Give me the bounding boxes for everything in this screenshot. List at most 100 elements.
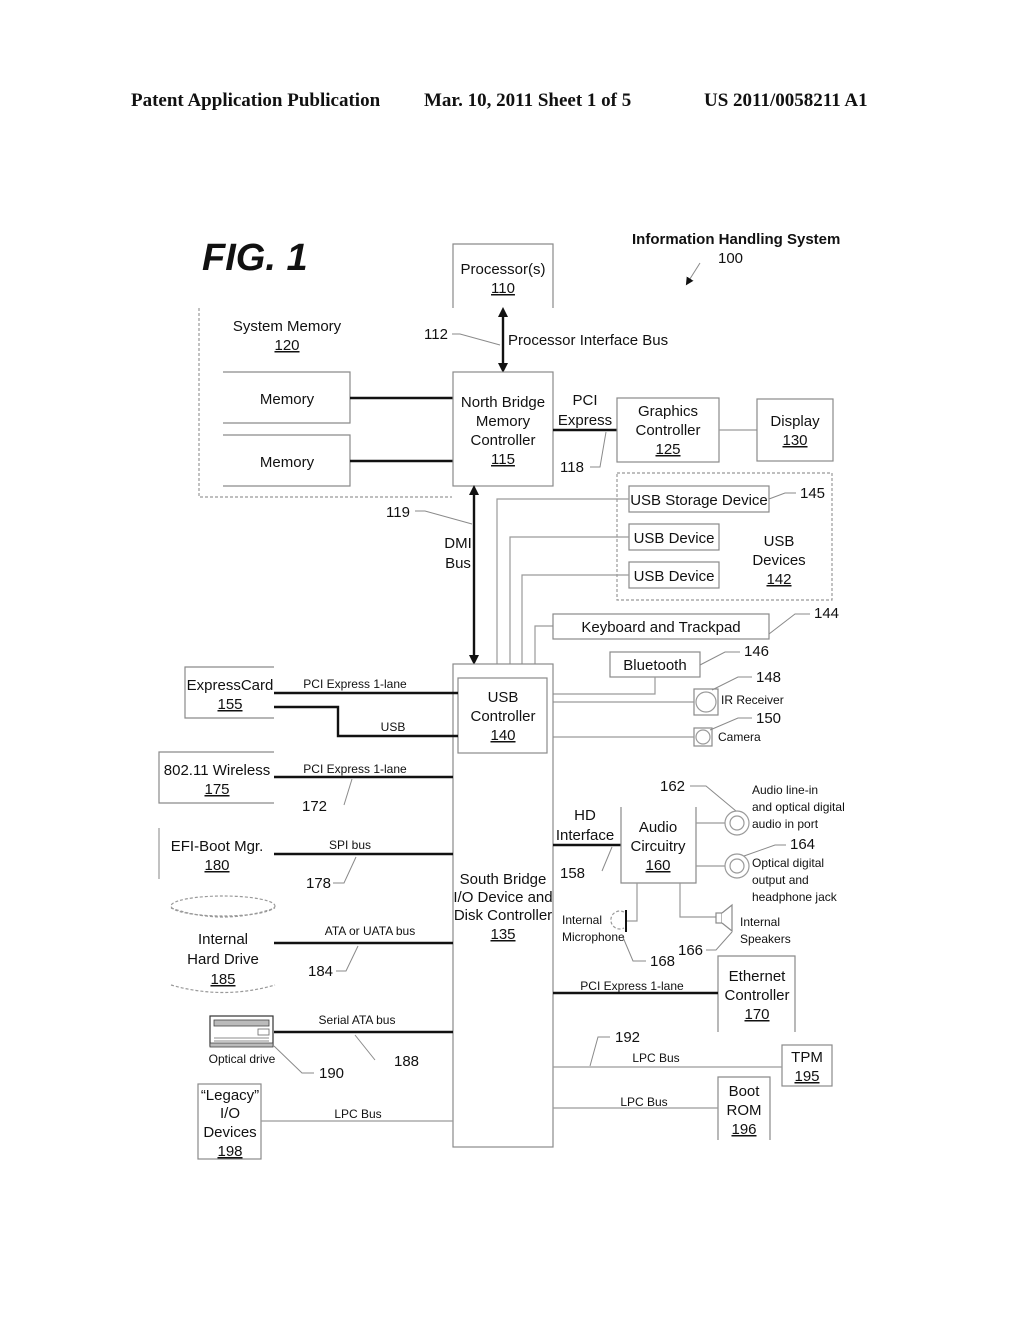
svg-text:I/O: I/O xyxy=(220,1105,240,1122)
speaker-icon xyxy=(715,903,733,933)
svg-text:Controller: Controller xyxy=(724,987,789,1004)
svg-text:115: 115 xyxy=(491,451,515,468)
microphone-icon xyxy=(610,910,627,932)
svg-text:“Legacy”: “Legacy” xyxy=(201,1087,259,1104)
svg-text:Display: Display xyxy=(770,413,820,430)
svg-text:DMI: DMI xyxy=(444,535,472,552)
wireless-block: 802.11 Wireless 175 xyxy=(158,751,274,804)
ref-146: 146 xyxy=(744,643,769,660)
svg-text:Disk Controller: Disk Controller xyxy=(454,907,552,924)
system-memory-label: System Memory xyxy=(233,318,342,335)
svg-text:ROM: ROM xyxy=(727,1102,762,1119)
processor-block: Processor(s) 110 xyxy=(452,243,554,308)
svg-text:Microphone: Microphone xyxy=(562,930,625,944)
memory-block-1: Memory xyxy=(223,371,351,424)
svg-text:155: 155 xyxy=(217,696,242,713)
svg-text:Bus: Bus xyxy=(445,555,471,572)
usb-storage-device-block: USB Storage Device xyxy=(628,485,770,513)
ref-192: 192 xyxy=(615,1029,640,1046)
optical-drive-icon xyxy=(209,1015,274,1048)
svg-text:170: 170 xyxy=(744,1006,769,1023)
audio-circuitry-block: Audio Circuitry 160 xyxy=(620,807,697,884)
efi-boot-manager-block: EFI-Boot Mgr. 180 xyxy=(158,828,263,879)
svg-text:Devices: Devices xyxy=(752,552,805,569)
ref-158: 158 xyxy=(560,865,585,882)
ref-145: 145 xyxy=(800,485,825,502)
svg-text:Serial ATA bus: Serial ATA bus xyxy=(319,1013,396,1027)
system-ref: 100 xyxy=(718,250,743,267)
svg-text:Audio: Audio xyxy=(639,819,677,836)
system-title: Information Handling System xyxy=(632,231,840,248)
memory-block-2: Memory xyxy=(223,434,351,487)
svg-text:125: 125 xyxy=(655,441,680,458)
legacy-io-block: “Legacy” I/O Devices 198 xyxy=(197,1083,262,1160)
ref-112: 112 xyxy=(424,326,448,343)
svg-text:USB: USB xyxy=(764,533,795,550)
audio-in-port-icon xyxy=(724,810,750,836)
svg-text:160: 160 xyxy=(645,857,670,874)
svg-text:Internal: Internal xyxy=(562,913,602,927)
svg-text:196: 196 xyxy=(731,1121,756,1138)
svg-text:USB Device: USB Device xyxy=(634,530,715,547)
svg-text:LPC Bus: LPC Bus xyxy=(620,1095,667,1109)
svg-text:LPC Bus: LPC Bus xyxy=(632,1051,679,1065)
svg-text:Boot: Boot xyxy=(729,1083,761,1100)
svg-text:Interface: Interface xyxy=(556,827,614,844)
svg-text:USB Storage Device: USB Storage Device xyxy=(630,492,768,509)
svg-text:South Bridge: South Bridge xyxy=(460,871,547,888)
ir-receiver-label: IR Receiver xyxy=(721,693,784,707)
svg-text:Internal: Internal xyxy=(740,915,780,929)
svg-text:USB: USB xyxy=(381,720,406,734)
svg-text:and optical digital: and optical digital xyxy=(752,800,845,814)
ref-178: 178 xyxy=(306,875,331,892)
system-arrow xyxy=(685,262,701,286)
svg-text:Optical digital: Optical digital xyxy=(752,856,824,870)
svg-text:Controller: Controller xyxy=(470,432,535,449)
ref-166: 166 xyxy=(678,942,703,959)
system-memory-ref: 120 xyxy=(274,337,299,354)
ref-118: 118 xyxy=(560,459,584,476)
svg-text:PCI Express 1-lane: PCI Express 1-lane xyxy=(580,979,684,993)
usb-controller-block: USB Controller 140 xyxy=(457,677,548,754)
svg-text:Hard Drive: Hard Drive xyxy=(187,951,259,968)
svg-text:ATA or UATA bus: ATA or UATA bus xyxy=(325,924,415,938)
svg-text:HD: HD xyxy=(574,807,596,824)
svg-text:USB: USB xyxy=(488,689,519,706)
svg-text:802.11 Wireless: 802.11 Wireless xyxy=(164,762,270,779)
svg-text:Memory: Memory xyxy=(476,413,531,430)
svg-text:PCI Express 1-lane: PCI Express 1-lane xyxy=(303,762,407,776)
svg-text:175: 175 xyxy=(204,781,229,798)
figure-title: FIG. 1 xyxy=(202,237,308,279)
svg-text:140: 140 xyxy=(490,727,515,744)
ref-168: 168 xyxy=(650,953,675,970)
ir-receiver-icon xyxy=(693,688,719,716)
svg-text:110: 110 xyxy=(491,280,515,297)
camera-icon xyxy=(693,727,713,747)
bluetooth-block: Bluetooth xyxy=(609,651,701,678)
svg-text:PCI: PCI xyxy=(572,392,597,409)
graphics-controller-block: Graphics Controller 125 xyxy=(616,397,720,463)
svg-text:USB Device: USB Device xyxy=(634,568,715,585)
svg-text:TPM: TPM xyxy=(791,1049,823,1066)
svg-text:180: 180 xyxy=(204,857,229,874)
svg-text:Processor(s): Processor(s) xyxy=(460,261,545,278)
svg-text:Bluetooth: Bluetooth xyxy=(623,657,686,674)
svg-text:Internal: Internal xyxy=(198,931,248,948)
ref-144: 144 xyxy=(814,605,839,622)
svg-text:Memory: Memory xyxy=(260,454,315,471)
svg-text:Express: Express xyxy=(558,412,612,429)
ref-184: 184 xyxy=(308,963,333,980)
svg-text:Audio line-in: Audio line-in xyxy=(752,783,818,797)
svg-text:LPC Bus: LPC Bus xyxy=(334,1107,381,1121)
tpm-block: TPM 195 xyxy=(781,1044,833,1087)
ref-190: 190 xyxy=(319,1065,344,1082)
svg-text:headphone jack: headphone jack xyxy=(752,890,838,904)
ref-150: 150 xyxy=(756,710,781,727)
svg-text:audio in port: audio in port xyxy=(752,817,819,831)
ref-188: 188 xyxy=(394,1053,419,1070)
svg-text:PCI Express 1-lane: PCI Express 1-lane xyxy=(303,677,407,691)
ref-164: 164 xyxy=(790,836,815,853)
usb-device-block-2: USB Device xyxy=(628,561,720,589)
processor-bus-label: Processor Interface Bus xyxy=(508,332,668,349)
block-diagram: FIG. 1 Information Handling System 100 P… xyxy=(158,231,845,1160)
